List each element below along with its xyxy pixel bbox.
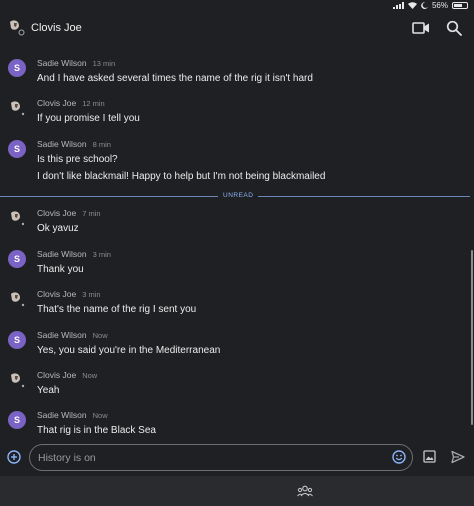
compose-bar: [0, 436, 474, 476]
message-time: Now: [82, 371, 98, 380]
sender-name: Clovis Joe: [37, 289, 77, 299]
message-text: Yes, you said you're in the Mediterranea…: [37, 345, 221, 356]
add-circle-icon[interactable]: [7, 450, 21, 464]
avatar: [11, 101, 25, 116]
avatar: S: [8, 59, 26, 77]
message-time: 13 min: [92, 59, 116, 68]
wifi-icon: [407, 2, 417, 9]
message-text: That rig is in the Black Sea: [37, 425, 156, 436]
avatar: S: [8, 331, 26, 349]
avatar: S: [8, 250, 26, 268]
message-time: 3 min: [92, 250, 111, 259]
search-icon[interactable]: [446, 20, 462, 36]
send-icon[interactable]: [451, 450, 465, 464]
message-time: 7 min: [82, 209, 101, 218]
message-text: I don't like blackmail! Happy to help bu…: [37, 171, 326, 182]
avatar: S: [8, 140, 26, 158]
message-time: 12 min: [82, 99, 105, 108]
message-input[interactable]: [38, 450, 378, 466]
avatar: [11, 292, 25, 307]
bottom-bar: [0, 476, 474, 506]
chat-title: Clovis Joe: [31, 22, 82, 34]
avatar: S: [8, 411, 26, 429]
sender-name: Sadie Wilson: [37, 249, 87, 259]
contact-avatar[interactable]: [7, 18, 25, 36]
sender-name: Sadie Wilson: [37, 410, 87, 420]
chat-header: Clovis Joe: [0, 12, 474, 46]
message-text: And I have asked several times the name …: [37, 73, 313, 84]
scrollbar[interactable]: [471, 250, 473, 425]
sender-name: Clovis Joe: [37, 208, 77, 218]
status-bar: 56%: [0, 0, 474, 12]
message-time: Now: [92, 411, 108, 420]
message-text: That's the name of the rig I sent you: [37, 304, 197, 315]
message-text: Yeah: [37, 385, 60, 396]
emoji-icon[interactable]: [392, 450, 406, 464]
video-camera-icon[interactable]: [412, 21, 430, 35]
message-input-container: [29, 444, 413, 471]
members-icon[interactable]: [297, 485, 313, 497]
sender-name: Sadie Wilson: [37, 58, 87, 68]
message-list[interactable]: S Sadie Wilson 13 min And I have asked se…: [0, 46, 470, 436]
battery-percent: 56%: [431, 1, 448, 10]
avatar: [11, 211, 25, 226]
message-time: 3 min: [82, 290, 101, 299]
battery-icon: [452, 2, 468, 9]
sender-name: Sadie Wilson: [37, 330, 87, 340]
image-icon[interactable]: [423, 450, 436, 463]
message-time: Now: [92, 331, 108, 340]
sender-name: Sadie Wilson: [37, 139, 87, 149]
message-time: 8 min: [92, 140, 111, 149]
message-text: Is this pre school?: [37, 154, 118, 165]
cellular-signal-icon: [392, 2, 404, 9]
avatar: [11, 373, 25, 388]
message-text: Ok yavuz: [37, 223, 79, 234]
sender-name: Clovis Joe: [37, 98, 77, 108]
do-not-disturb-icon: [421, 2, 428, 9]
message-text: If you promise I tell you: [37, 113, 140, 124]
unread-label: UNREAD: [218, 192, 259, 199]
message-text: Thank you: [37, 264, 84, 275]
sender-name: Clovis Joe: [37, 370, 77, 380]
